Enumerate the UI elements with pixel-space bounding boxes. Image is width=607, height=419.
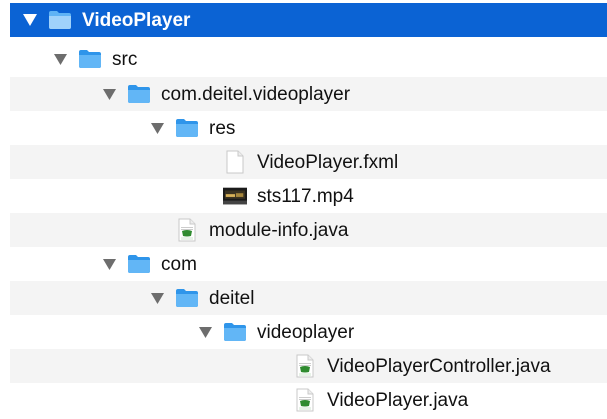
- folder-icon: [48, 8, 72, 32]
- tree-row-videoplayer-fxml[interactable]: VideoPlayer.fxml: [10, 145, 607, 179]
- disclosure-triangle-icon[interactable]: [101, 86, 117, 102]
- tree-row-label: res: [209, 117, 236, 139]
- tree-row-label: VideoPlayer.fxml: [257, 151, 399, 173]
- tree-row-label: com.deitel.videoplayer: [161, 83, 351, 105]
- tree-row-label: module-info.java: [209, 219, 349, 241]
- folder-icon: [127, 82, 151, 106]
- disclosure-triangle-icon[interactable]: [22, 12, 38, 28]
- folder-icon: [175, 286, 199, 310]
- tree-row-label: src: [112, 48, 138, 70]
- tree-row-label: VideoPlayer.java: [327, 389, 469, 411]
- tree-row-res[interactable]: res: [10, 111, 607, 145]
- tree-row-sts117-mp4[interactable]: sts117.mp4: [10, 179, 607, 213]
- file-tree: VideoPlayer src com.deitel.videoplayer r…: [0, 0, 607, 419]
- folder-icon: [175, 116, 199, 140]
- tree-row-deitel[interactable]: deitel: [10, 281, 607, 315]
- tree-row-com-deitel-videoplayer[interactable]: com.deitel.videoplayer: [10, 77, 607, 111]
- tree-row-label: VideoPlayer: [82, 9, 191, 31]
- tree-row-label: com: [161, 253, 197, 275]
- disclosure-triangle-icon[interactable]: [52, 51, 68, 67]
- tree-row-com[interactable]: com: [10, 247, 607, 281]
- disclosure-triangle-icon[interactable]: [197, 324, 213, 340]
- video-thumbnail-icon: [223, 184, 247, 208]
- tree-row-module-info-java[interactable]: module-info.java: [10, 213, 607, 247]
- tree-row-videoplayer[interactable]: VideoPlayer: [10, 3, 607, 37]
- disclosure-triangle-icon[interactable]: [101, 256, 117, 272]
- folder-icon: [78, 47, 102, 71]
- tree-row-src[interactable]: src: [10, 42, 607, 76]
- tree-row-videoplayer-package[interactable]: videoplayer: [10, 315, 607, 349]
- java-file-icon: [293, 354, 317, 378]
- java-file-icon: [293, 388, 317, 412]
- tree-row-videoplayer-java[interactable]: VideoPlayer.java: [10, 383, 607, 417]
- document-icon: [223, 150, 247, 174]
- folder-icon: [127, 252, 151, 276]
- tree-row-label: VideoPlayerController.java: [327, 355, 551, 377]
- tree-row-videoplayercontroller-java[interactable]: VideoPlayerController.java: [10, 349, 607, 383]
- tree-row-label: videoplayer: [257, 321, 355, 343]
- java-file-icon: [175, 218, 199, 242]
- tree-row-label: deitel: [209, 287, 255, 309]
- tree-row-label: sts117.mp4: [257, 185, 354, 207]
- folder-icon: [223, 320, 247, 344]
- disclosure-triangle-icon[interactable]: [149, 290, 165, 306]
- disclosure-triangle-icon[interactable]: [149, 120, 165, 136]
